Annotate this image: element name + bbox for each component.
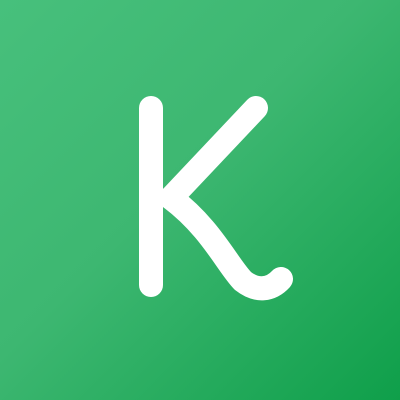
app-icon-tile xyxy=(0,0,400,400)
k-logo-upper-arm xyxy=(159,96,268,210)
k-logo-lower-leg xyxy=(159,186,293,301)
k-logo-icon xyxy=(139,96,293,301)
